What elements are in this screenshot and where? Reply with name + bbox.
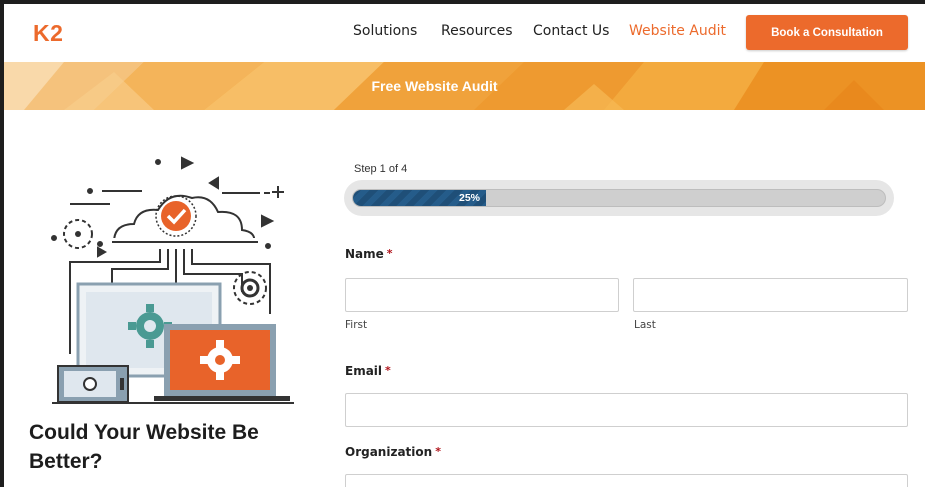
organization-field[interactable] — [345, 474, 908, 487]
gear-circle-icon — [233, 271, 267, 305]
progress-label: 25% — [458, 192, 480, 204]
page: K2 Solutions Resources Contact Us Websit… — [4, 4, 925, 487]
required-marker: * — [435, 445, 441, 458]
nav-resources[interactable]: Resources — [441, 23, 513, 39]
email-field[interactable] — [345, 393, 908, 427]
email-label: Email * — [345, 364, 391, 378]
progress-bar: 25% — [344, 180, 894, 216]
nav-solutions[interactable]: Solutions — [353, 23, 417, 39]
first-name-input[interactable] — [345, 278, 619, 312]
page-banner: Free Website Audit — [4, 62, 925, 110]
name-label: Name * — [345, 247, 393, 261]
laptop-icon — [154, 324, 290, 401]
k2-logo[interactable]: K2 — [33, 20, 63, 47]
required-marker: * — [386, 247, 393, 260]
last-sublabel: Last — [634, 319, 656, 331]
tablet-icon — [57, 365, 129, 403]
hero-headline: Could Your Website Be Better? — [29, 421, 259, 473]
organization-label: Organization * — [345, 445, 441, 459]
book-consultation-button[interactable]: Book a Consultation — [746, 15, 908, 50]
nav-website-audit[interactable]: Website Audit — [629, 23, 726, 39]
progress-fill: 25% — [353, 190, 486, 206]
progress-track: 25% — [352, 189, 886, 207]
website-optimization-illustration — [51, 156, 294, 404]
step-indicator: Step 1 of 4 — [354, 163, 408, 175]
required-marker: * — [385, 364, 391, 377]
last-name-input[interactable] — [633, 278, 908, 312]
banner-title: Free Website Audit — [371, 78, 498, 94]
nav-contact-us[interactable]: Contact Us — [533, 23, 609, 39]
first-sublabel: First — [345, 319, 368, 331]
